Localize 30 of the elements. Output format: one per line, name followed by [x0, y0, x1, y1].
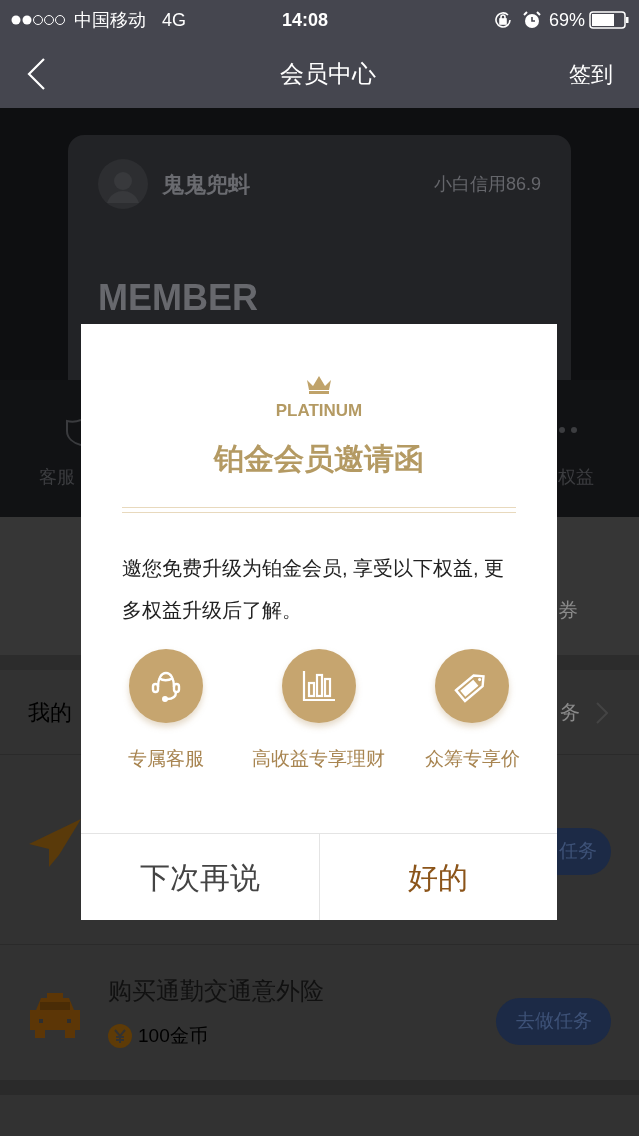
tier-label: PLATINUM: [275, 400, 363, 422]
more-dots-icon: [558, 426, 578, 434]
member-name: 鬼鬼兜蚪: [162, 170, 250, 199]
row-link[interactable]: 务: [560, 697, 580, 727]
network-label: 4G: [162, 8, 186, 32]
crown-icon: [305, 374, 333, 394]
page-title: 会员中心: [279, 59, 376, 89]
check-in-button[interactable]: 签到: [569, 57, 613, 91]
benefit-label: 高收益专享理财: [252, 746, 386, 771]
taxi-icon: [27, 993, 83, 1041]
back-icon[interactable]: [26, 57, 46, 91]
dialog-message: 邀您免费升级为铂金会员, 享受以下权益, 更多权益升级后了解。: [122, 555, 506, 623]
section-text: 券: [558, 598, 578, 623]
dialog-button[interactable]: 好的: [318, 834, 557, 920]
clock-time: 14:08: [282, 8, 329, 32]
benefit-label: 专属客服: [127, 746, 204, 771]
signal-icon: [10, 14, 66, 26]
coin-icon: [108, 1024, 132, 1049]
dialog-title: 铂金会员邀请函: [214, 440, 424, 477]
alarm-icon: [522, 11, 541, 29]
carrier-label: 中国移动: [74, 8, 146, 32]
rotation-lock-icon: [492, 10, 513, 30]
battery-icon: [589, 11, 629, 29]
benefit-label: 众筹专享价: [424, 746, 520, 771]
tier-label: MEMBER: [98, 277, 258, 318]
credit-score: 小白信用86.9: [433, 172, 541, 196]
dialog-button[interactable]: 下次再说: [81, 834, 319, 920]
shield-icon: [66, 418, 81, 446]
bar-chart-icon: [302, 669, 336, 702]
battery-percent: 69%: [548, 8, 585, 32]
